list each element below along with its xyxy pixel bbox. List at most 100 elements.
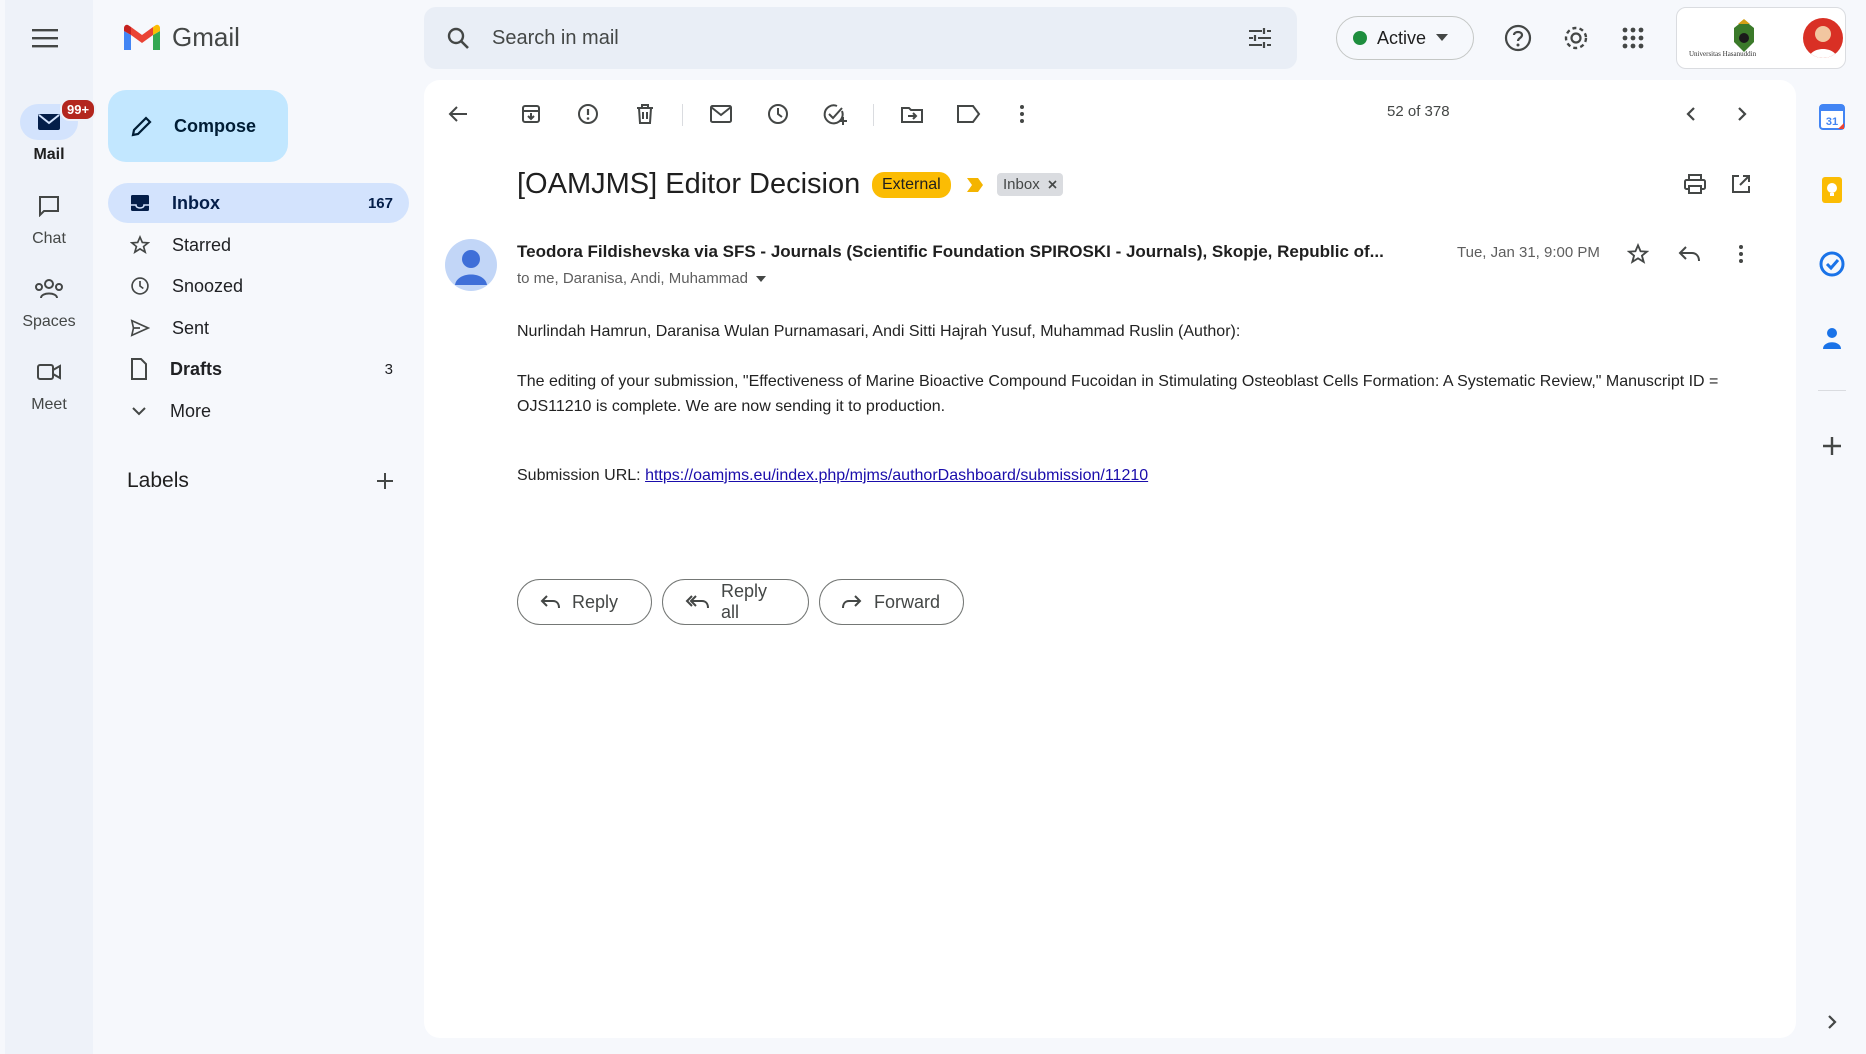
nav-drafts-count: 3 (384, 360, 393, 378)
recipients-dropdown-icon (755, 275, 766, 282)
recipients-toggle[interactable]: to me, Daranisa, Andi, Muhammad (517, 270, 766, 287)
mail-icon (37, 112, 61, 132)
apps-icon[interactable] (1615, 20, 1651, 56)
nav-sent-label: Sent (172, 317, 210, 338)
nav-sent[interactable]: Sent (108, 308, 409, 348)
svg-text:31: 31 (1826, 116, 1838, 128)
calendar-icon[interactable]: 31 (1814, 99, 1850, 135)
older-icon[interactable] (1722, 94, 1762, 134)
inbox-chip: Inbox (997, 173, 1063, 196)
account-org-text: Universitas Hasanuddin (1689, 50, 1757, 58)
move-to-icon[interactable] (892, 94, 932, 134)
help-icon[interactable] (1500, 20, 1536, 56)
side-panel: 31 (1800, 80, 1866, 1054)
app-rail: 99+ Mail Chat Spaces Meet (5, 0, 97, 1054)
nav-drafts-label: Drafts (170, 358, 223, 379)
open-in-new-window-icon[interactable] (1721, 164, 1761, 204)
university-logo (1729, 18, 1759, 54)
reply-icon[interactable] (1669, 234, 1709, 274)
submission-url-link[interactable]: https://oamjms.eu/index.php/mjms/authorD… (645, 467, 1148, 484)
label-icon[interactable] (949, 94, 989, 134)
sender-avatar (445, 239, 497, 291)
external-chip: External (872, 172, 951, 198)
nav-inbox-count: 167 (367, 194, 393, 212)
email-date: Tue, Jan 31, 9:00 PM (1457, 244, 1600, 261)
email-greeting: Nurlindah Hamrun, Daranisa Wulan Purnama… (517, 323, 1241, 340)
forward-button[interactable]: Forward (819, 579, 964, 625)
add-addon-icon[interactable] (1814, 428, 1850, 464)
nav-starred[interactable]: Starred (108, 225, 409, 265)
account-switcher[interactable]: Universitas Hasanuddin (1676, 7, 1846, 69)
send-icon (130, 319, 150, 337)
avatar[interactable] (1803, 18, 1843, 58)
toolbar-divider (682, 104, 683, 126)
importance-marker-icon[interactable] (966, 177, 984, 193)
add-label-icon[interactable] (372, 468, 398, 494)
snooze-icon[interactable] (758, 94, 798, 134)
rail-meet[interactable]: Meet (5, 354, 93, 414)
reply-button[interactable]: Reply (517, 579, 652, 625)
keep-icon[interactable] (1814, 172, 1850, 208)
app-name: Gmail (172, 22, 240, 52)
message-more-icon[interactable] (1721, 234, 1761, 274)
inbox-chip-label: Inbox (1003, 176, 1040, 193)
forward-icon (842, 595, 862, 609)
side-panel-divider (1818, 390, 1846, 391)
report-spam-icon[interactable] (568, 94, 608, 134)
rail-meet-label: Meet (31, 396, 67, 413)
delete-icon[interactable] (625, 94, 665, 134)
toolbar-divider (873, 104, 874, 126)
nav-starred-label: Starred (172, 234, 232, 255)
newer-icon[interactable] (1671, 94, 1711, 134)
menu-icon[interactable] (25, 20, 65, 56)
dropdown-arrow-icon (1436, 34, 1449, 42)
reply-all-button[interactable]: Reply all (662, 579, 809, 625)
rail-chat-label: Chat (32, 230, 66, 247)
rail-spaces-label: Spaces (22, 313, 76, 330)
chevron-down-icon (130, 405, 148, 417)
more-vertical-icon[interactable] (1002, 94, 1042, 134)
nav-drafts[interactable]: Drafts 3 (108, 349, 409, 389)
add-task-icon[interactable] (815, 94, 855, 134)
rail-spaces[interactable]: Spaces (5, 271, 93, 331)
back-icon[interactable] (438, 94, 478, 134)
compose-button[interactable]: Compose (108, 90, 288, 162)
mark-unread-icon[interactable] (701, 94, 741, 134)
collapse-panel-icon[interactable] (1820, 1010, 1844, 1034)
nav-more[interactable]: More (108, 391, 409, 431)
reply-icon (540, 595, 560, 609)
rail-chat[interactable]: Chat (5, 188, 93, 248)
pencil-icon (130, 114, 154, 138)
chat-icon (37, 195, 61, 217)
tasks-icon[interactable] (1814, 246, 1850, 282)
archive-icon[interactable] (511, 94, 551, 134)
filter-icon[interactable] (1247, 26, 1273, 50)
pagination-text: 52 of 378 (1387, 103, 1450, 120)
gmail-logo[interactable]: Gmail (122, 22, 240, 53)
remove-label-icon[interactable] (1048, 180, 1057, 189)
search-input[interactable] (492, 26, 1212, 50)
labels-heading: Labels (127, 469, 189, 492)
status-dropdown[interactable]: Active (1336, 16, 1474, 60)
nav-more-label: More (170, 400, 212, 421)
draft-icon (130, 358, 148, 380)
rail-mail[interactable]: 99+ Mail (5, 98, 97, 164)
contacts-icon[interactable] (1814, 320, 1850, 356)
star-icon (130, 235, 150, 255)
print-icon[interactable] (1675, 164, 1715, 204)
nav-snoozed-label: Snoozed (172, 275, 244, 296)
sender-name: Teodora Fildishevska via SFS - Journals … (517, 242, 1384, 261)
search-bar[interactable] (424, 7, 1297, 69)
spaces-icon (34, 278, 64, 300)
status-dot-icon (1353, 31, 1367, 45)
reply-all-button-label: Reply all (721, 581, 768, 622)
star-icon[interactable] (1618, 234, 1658, 274)
nav-inbox[interactable]: Inbox 167 (108, 183, 409, 223)
forward-button-label: Forward (874, 591, 941, 612)
search-icon[interactable] (446, 26, 470, 50)
compose-label: Compose (174, 115, 257, 136)
nav-snoozed[interactable]: Snoozed (108, 266, 409, 306)
settings-icon[interactable] (1558, 20, 1594, 56)
recipients-text: to me, Daranisa, Andi, Muhammad (517, 270, 748, 287)
clock-icon (130, 276, 150, 296)
